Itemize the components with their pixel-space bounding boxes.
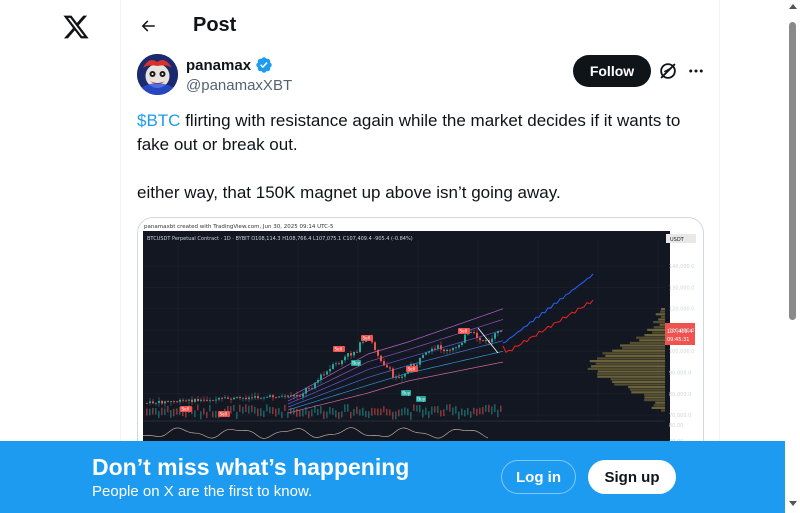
author-name[interactable]: panamax [186,56,273,74]
sell-tag: Sell [182,407,190,412]
post-text: $BTC flirting with resistance again whil… [137,109,707,205]
verified-badge-icon [256,57,272,73]
sell-tag: Sell [335,347,343,352]
price-tick-label: 80,000.0 [669,392,691,398]
signup-banner: Don’t miss what’s happening People on X … [0,441,785,513]
log-in-button[interactable]: Log in [501,460,576,494]
scrollbar[interactable] [785,0,800,513]
follow-button[interactable]: Follow [573,55,651,87]
main-column: Post panamax @panamaxXBT Follow $BTC fli… [120,0,720,513]
banner-title: Don’t miss what’s happening [92,454,410,480]
left-rail [0,0,120,513]
price-tick-label: 120,000.0 [669,307,694,313]
page-title: Post [193,14,237,36]
back-arrow-icon [141,20,155,32]
post-paragraph-2: either way, that 150K magnet up above is… [137,183,561,202]
post-header: Post [121,0,719,53]
chart-currency-label: USDT [670,237,685,243]
chart-price-timer: 09:45:31 [667,337,689,343]
x-logo-icon[interactable] [62,13,90,41]
sell-tag: Sell [460,329,468,334]
chart-indicator-tick-1: 80.00 [669,423,683,429]
author-name-text: panamax [186,56,252,74]
sign-up-button[interactable]: Sign up [588,460,676,494]
scroll-down-arrow-icon[interactable] [789,501,797,506]
post-paragraph-1: $BTC flirting with resistance again whil… [137,109,707,157]
price-tick-label: 130,000.0 [669,285,694,291]
post-line1-text: flirting with resistance again while the… [137,111,681,154]
price-tick-label: 140,000.0 [669,264,694,270]
chart-symbol-line: BTCUSDT Perpetual Contract · 1D · BYBIT … [147,236,413,242]
price-tick-label: 110,000.0 [669,328,694,334]
price-tick-label: 90,000.0 [669,371,691,377]
sell-tag: Sell [408,367,416,372]
price-tick-label: 70,000.0 [669,413,691,419]
more-button[interactable] [685,60,707,82]
author-handle[interactable]: @panamaxXBT [186,77,292,94]
buy-tag: Buy [352,361,361,366]
scroll-thumb[interactable] [789,22,796,320]
avatar[interactable] [137,54,178,95]
price-tick-label: 100,000.0 [669,349,694,355]
sell-tag: Sell [220,412,228,417]
more-icon [689,69,703,73]
buy-tag: Buy [417,397,426,402]
cashtag-link[interactable]: $BTC [137,111,180,130]
banner-subtitle: People on X are the first to know. [92,483,313,500]
buy-tag: Buy [402,391,411,396]
scroll-up-arrow-icon[interactable] [789,4,797,9]
back-button[interactable] [135,13,161,39]
grok-icon[interactable] [657,60,679,82]
sell-tag: Sell [363,336,371,341]
chart-credit: panamaxbt created with TradingView.com, … [144,224,334,230]
